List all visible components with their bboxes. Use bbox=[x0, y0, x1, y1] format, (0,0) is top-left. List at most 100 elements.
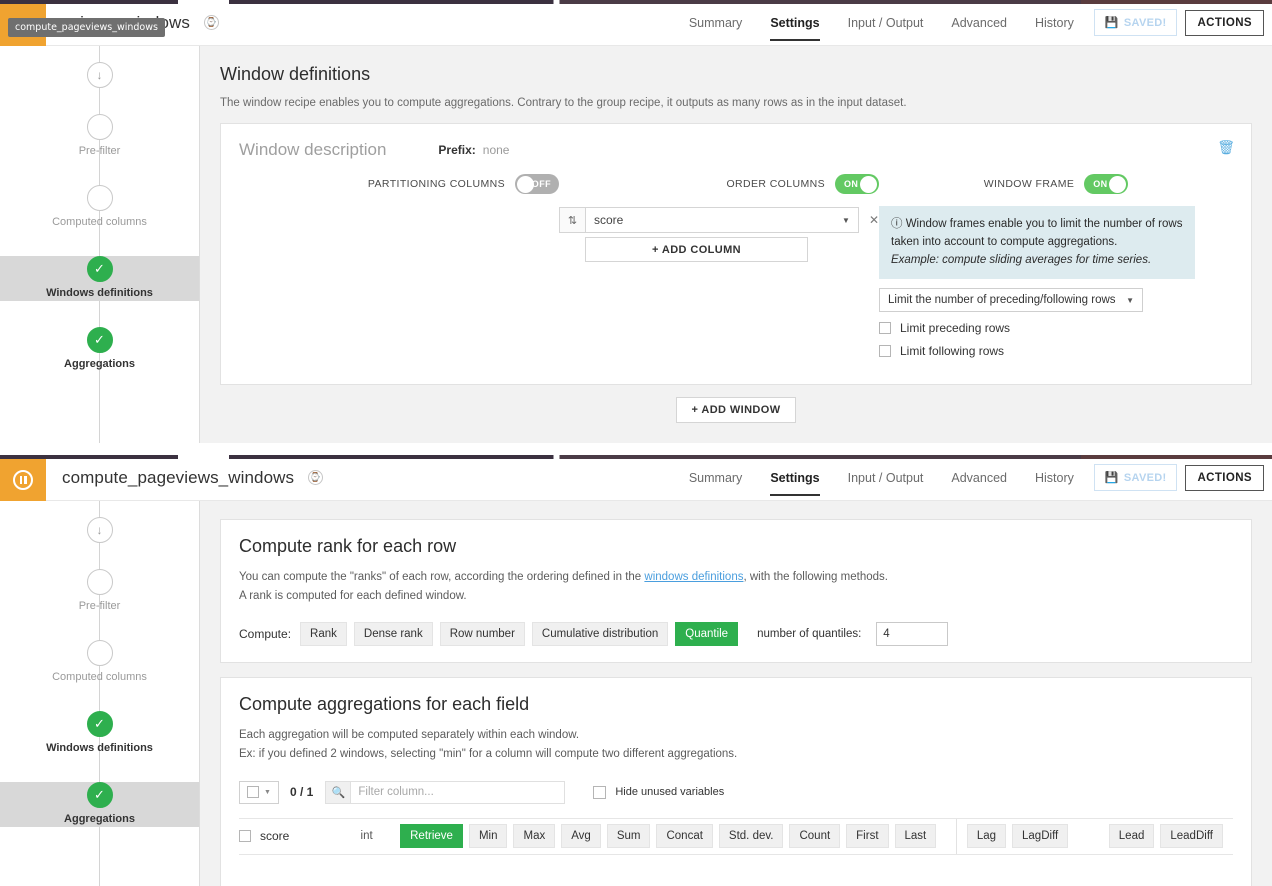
tab-history[interactable]: History bbox=[1021, 0, 1088, 45]
agg-first-button[interactable]: First bbox=[846, 824, 888, 848]
checkbox-icon bbox=[247, 786, 259, 798]
sidebar-step-computed-columns[interactable]: Computed columns bbox=[0, 640, 199, 685]
saved-button[interactable]: 💾 SAVED! bbox=[1094, 464, 1178, 491]
prefix-label: Prefix: bbox=[438, 143, 475, 157]
trash-icon[interactable]: 🗑 bbox=[1217, 140, 1235, 154]
checkbox-icon[interactable] bbox=[239, 830, 251, 842]
filter-column-search: 🔍 Filter column... bbox=[325, 781, 565, 804]
tab-input-output[interactable]: Input / Output bbox=[834, 455, 938, 500]
tab-summary[interactable]: Summary bbox=[675, 0, 756, 45]
floppy-disk-icon: 💾 bbox=[1105, 16, 1119, 29]
limit-following-rows-checkbox[interactable]: Limit following rows bbox=[879, 344, 1233, 358]
tab-input-output[interactable]: Input / Output bbox=[834, 0, 938, 45]
compute-methods-row: Compute: Rank Dense rank Row number Cumu… bbox=[239, 622, 1233, 646]
tab-settings[interactable]: Settings bbox=[756, 455, 833, 500]
recipe-name-text: compute_pageviews_windows bbox=[62, 468, 294, 487]
sidebar-step-pre-filter[interactable]: Pre-filter bbox=[0, 569, 199, 614]
check-icon: ✓ bbox=[87, 327, 113, 353]
sidebar-step-windows-definitions[interactable]: ✓ Windows definitions bbox=[0, 711, 199, 756]
row-column-name[interactable]: score bbox=[239, 829, 361, 843]
chevron-down-icon: ▼ bbox=[1126, 296, 1134, 305]
method-cumulative-distribution-button[interactable]: Cumulative distribution bbox=[532, 622, 668, 646]
toggle-state-text: ON bbox=[1093, 179, 1107, 189]
order-column-select[interactable]: score ▼ bbox=[585, 207, 859, 233]
sidebar-step-aggregations[interactable]: ✓ Aggregations bbox=[0, 782, 199, 827]
method-dense-rank-button[interactable]: Dense rank bbox=[354, 622, 433, 646]
body-bottom: ↓ Pre-filter Computed columns ✓ Windows … bbox=[0, 501, 1272, 886]
select-all-dropdown[interactable]: ▼ bbox=[239, 781, 279, 804]
agg-std-dev-button[interactable]: Std. dev. bbox=[719, 824, 784, 848]
tab-summary[interactable]: Summary bbox=[675, 455, 756, 500]
agg-lag-button[interactable]: Lag bbox=[967, 824, 1006, 848]
window-frame-mode-value: Limit the number of preceding/following … bbox=[888, 294, 1116, 306]
partitioning-columns-toggle[interactable]: OFF bbox=[515, 174, 559, 194]
table-row: score int Retrieve Min Max Avg Sum Conca… bbox=[239, 819, 1233, 855]
selected-count: 0 / 1 bbox=[290, 785, 313, 799]
tab-advanced[interactable]: Advanced bbox=[937, 0, 1021, 45]
method-quantile-button[interactable]: Quantile bbox=[675, 622, 738, 646]
prefix-value[interactable]: none bbox=[483, 143, 510, 157]
aggregations-table: score int Retrieve Min Max Avg Sum Conca… bbox=[239, 818, 1233, 855]
agg-desc-line-1: Each aggregation will be computed separa… bbox=[239, 729, 579, 741]
checkbox-icon bbox=[879, 345, 891, 357]
tab-history[interactable]: History bbox=[1021, 455, 1088, 500]
saved-button[interactable]: 💾 SAVED! bbox=[1094, 9, 1178, 36]
sidebar-step-aggregations[interactable]: ✓ Aggregations bbox=[0, 327, 199, 372]
close-icon[interactable]: ✕ bbox=[869, 213, 879, 227]
number-of-quantiles-input[interactable]: 4 bbox=[876, 622, 948, 646]
sidebar-step-computed-columns[interactable]: Computed columns bbox=[0, 185, 199, 230]
window-frame-mode-select[interactable]: Limit the number of preceding/following … bbox=[879, 288, 1143, 312]
sidebar-step-windows-definitions[interactable]: ✓ Windows definitions bbox=[0, 256, 199, 301]
agg-last-button[interactable]: Last bbox=[895, 824, 937, 848]
app-logo[interactable] bbox=[0, 459, 46, 501]
aggregation-group-lag: Lag LagDiff bbox=[967, 824, 1078, 848]
limit-preceding-rows-checkbox[interactable]: Limit preceding rows bbox=[879, 321, 1233, 335]
window-frame-info-box: ⓘ Window frames enable you to limit the … bbox=[879, 206, 1195, 279]
aggregations-filter-row: ▼ 0 / 1 🔍 Filter column... Hide unused v… bbox=[239, 781, 1233, 804]
tab-advanced[interactable]: Advanced bbox=[937, 455, 1021, 500]
window-description-title: Window description bbox=[239, 140, 386, 160]
agg-max-button[interactable]: Max bbox=[513, 824, 555, 848]
clock-icon: ⌚ bbox=[204, 15, 219, 30]
compute-aggregations-title: Compute aggregations for each field bbox=[239, 694, 1233, 715]
sidebar-step-input[interactable]: ↓ bbox=[0, 62, 199, 88]
sidebar-step-pre-filter[interactable]: Pre-filter bbox=[0, 114, 199, 159]
toggle-state-text: OFF bbox=[532, 179, 551, 189]
info-line-2: taken into account to compute aggregatio… bbox=[891, 236, 1117, 248]
agg-min-button[interactable]: Min bbox=[469, 824, 508, 848]
sort-ascending-icon[interactable]: ⇅ bbox=[559, 207, 585, 233]
chevron-down-icon: ▼ bbox=[264, 789, 271, 796]
tab-settings[interactable]: Settings bbox=[756, 0, 833, 45]
order-columns-block: ORDER COLUMNS ON ⇅ score ▼ bbox=[559, 174, 879, 358]
add-column-button[interactable]: + ADD COLUMN bbox=[585, 237, 808, 262]
screen-window-definitions: eviews_windows ⌚ Summary Settings Input … bbox=[0, 0, 1272, 443]
hide-unused-variables-checkbox[interactable]: Hide unused variables bbox=[593, 786, 724, 799]
sidebar-step-label: Windows definitions bbox=[0, 742, 199, 756]
page-title: compute_pageviews_windows ⌚ bbox=[62, 468, 323, 488]
add-window-button[interactable]: + ADD WINDOW bbox=[676, 397, 795, 423]
compute-label: Compute: bbox=[239, 627, 291, 641]
info-circle-icon: ⓘ bbox=[891, 218, 903, 230]
agg-avg-button[interactable]: Avg bbox=[561, 824, 601, 848]
actions-button[interactable]: ACTIONS bbox=[1185, 10, 1264, 36]
windows-definitions-link[interactable]: windows definitions bbox=[644, 571, 743, 583]
agg-concat-button[interactable]: Concat bbox=[656, 824, 712, 848]
agg-retrieve-button[interactable]: Retrieve bbox=[400, 824, 463, 848]
agg-count-button[interactable]: Count bbox=[789, 824, 840, 848]
agg-leaddiff-button[interactable]: LeadDiff bbox=[1160, 824, 1223, 848]
actions-button[interactable]: ACTIONS bbox=[1185, 465, 1264, 491]
order-columns-toggle[interactable]: ON bbox=[835, 174, 879, 194]
agg-lead-button[interactable]: Lead bbox=[1109, 824, 1155, 848]
agg-lagdiff-button[interactable]: LagDiff bbox=[1012, 824, 1068, 848]
hide-unused-variables-label: Hide unused variables bbox=[615, 786, 724, 798]
column-type-label: int bbox=[361, 830, 401, 842]
sidebar-step-input[interactable]: ↓ bbox=[0, 517, 199, 543]
recipe-name-tooltip: compute_pageviews_windows bbox=[8, 18, 165, 37]
method-rank-button[interactable]: Rank bbox=[300, 622, 347, 646]
filter-column-input[interactable]: Filter column... bbox=[350, 781, 565, 804]
window-frame-toggle[interactable]: ON bbox=[1084, 174, 1128, 194]
method-row-number-button[interactable]: Row number bbox=[440, 622, 525, 646]
saved-label: SAVED! bbox=[1124, 17, 1167, 29]
window-frame-block: WINDOW FRAME ON ⓘ Window frames enable y… bbox=[879, 174, 1233, 358]
agg-sum-button[interactable]: Sum bbox=[607, 824, 651, 848]
